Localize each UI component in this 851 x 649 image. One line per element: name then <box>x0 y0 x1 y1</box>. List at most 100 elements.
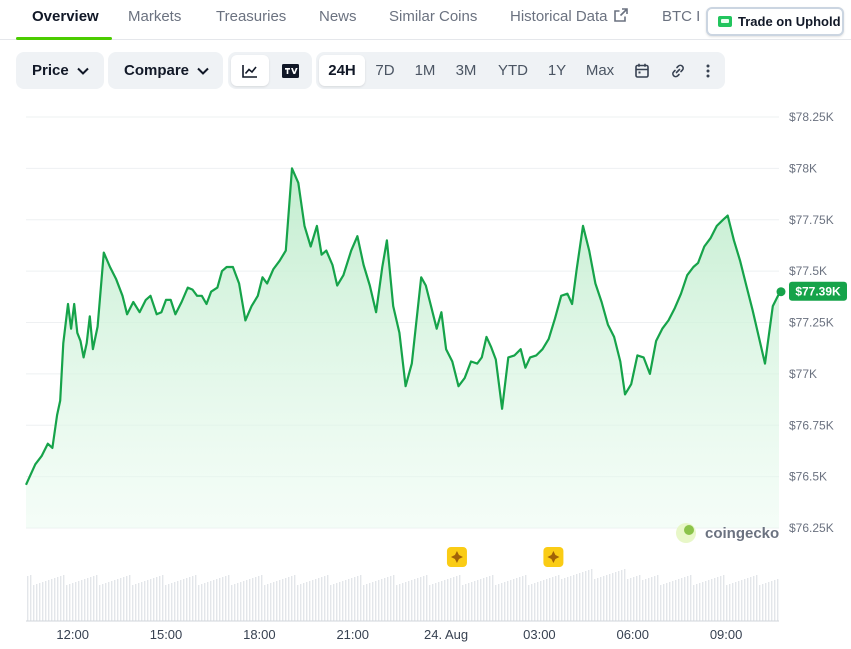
volume-bar <box>480 579 482 621</box>
x-tick-label: 09:00 <box>710 627 743 642</box>
volume-bar <box>216 579 218 621</box>
y-tick-label: $77.75K <box>789 213 834 227</box>
trade-on-uphold-button[interactable]: Trade on Uphold <box>706 7 844 36</box>
volume-bar <box>324 576 326 621</box>
volume-bar <box>183 579 185 621</box>
y-tick-label: $76.25K <box>789 521 834 535</box>
volume-bar <box>51 579 53 621</box>
volume-bar <box>684 577 686 621</box>
event-markers <box>446 547 564 567</box>
price-chart[interactable]: $78.25K $78K $77.75K $77.5K $77.25K $77K $76.7… <box>0 100 851 649</box>
tab-treasuries[interactable]: Treasuries <box>216 8 286 25</box>
volume-bar <box>231 585 233 621</box>
tradingview-button[interactable] <box>271 55 309 86</box>
price-dropdown-label: Price <box>32 62 69 79</box>
x-tick-label: 18:00 <box>243 627 276 642</box>
volume-bar <box>336 583 338 621</box>
volume-bar <box>282 579 284 621</box>
range-1m[interactable]: 1M <box>407 55 443 86</box>
range-24h[interactable]: 24H <box>319 55 365 86</box>
price-dropdown[interactable]: Price <box>16 52 104 89</box>
more-options-button[interactable] <box>696 55 720 86</box>
range-ytd[interactable]: YTD <box>491 55 535 86</box>
volume-bar <box>228 575 230 621</box>
volume-bar <box>624 569 626 621</box>
volume-bar <box>81 580 83 621</box>
volume-bar <box>60 576 62 621</box>
compare-dropdown[interactable]: Compare <box>108 52 223 89</box>
range-3m[interactable]: 3M <box>447 55 485 86</box>
volume-bar <box>630 578 632 621</box>
volume-bar <box>522 576 524 621</box>
line-chart-button[interactable] <box>231 55 269 86</box>
volume-bar <box>651 577 653 621</box>
watermark-text: coingecko <box>705 525 779 542</box>
volume-bar <box>144 581 146 621</box>
volume-bar <box>546 579 548 621</box>
tab-news[interactable]: News <box>319 8 357 25</box>
date-range-button[interactable] <box>628 55 656 86</box>
volume-bar <box>660 585 662 621</box>
volume-bar <box>744 579 746 621</box>
volume-bar <box>114 580 116 621</box>
volume-bar <box>492 575 494 621</box>
volume-bar <box>603 576 605 621</box>
volume-bar <box>30 575 32 621</box>
volume-bar <box>738 581 740 621</box>
volume-bar <box>633 577 635 621</box>
x-tick-label: 24. Aug <box>424 627 468 642</box>
range-7d[interactable]: 7D <box>367 55 403 86</box>
volume-bar <box>759 585 761 621</box>
volume-bar <box>318 578 320 621</box>
volume-bar <box>372 582 374 621</box>
range-1y[interactable]: 1Y <box>541 55 573 86</box>
volume-bar <box>483 578 485 621</box>
volume-bar <box>174 582 176 621</box>
tab-btc[interactable]: BTC I <box>662 8 700 25</box>
volume-bar <box>27 576 29 621</box>
volume-bar <box>177 581 179 621</box>
coingecko-watermark: coingecko <box>676 523 779 543</box>
volume-bar <box>615 572 617 621</box>
volume-bar <box>645 579 647 621</box>
range-max[interactable]: Max <box>579 55 621 86</box>
volume-bar <box>618 571 620 621</box>
tab-similar-coins[interactable]: Similar Coins <box>389 8 477 25</box>
more-icon <box>706 64 710 77</box>
volume-bar <box>597 578 599 621</box>
volume-bar <box>567 577 569 621</box>
volume-bar <box>771 581 773 621</box>
volume-bar <box>474 581 476 621</box>
volume-bar <box>351 578 353 621</box>
volume-bar <box>171 583 173 621</box>
volume-bar <box>654 576 656 621</box>
volume-bar <box>42 582 44 621</box>
share-link-button[interactable] <box>664 55 692 86</box>
volume-bar <box>756 575 758 621</box>
volume-bar <box>636 576 638 621</box>
volume-bar <box>513 579 515 621</box>
volume-bar <box>690 575 692 621</box>
volume-bar <box>411 580 413 621</box>
volume-bar <box>246 580 248 621</box>
volume-bar <box>444 580 446 621</box>
volume-bar <box>45 581 47 621</box>
volume-bar <box>534 583 536 621</box>
gecko-logo-inner <box>684 525 694 535</box>
tab-overview[interactable]: Overview <box>32 8 99 25</box>
volume-bar <box>78 581 80 621</box>
volume-bar <box>285 578 287 621</box>
volume-bar <box>579 573 581 621</box>
volume-bar <box>528 585 530 621</box>
volume-bar <box>255 577 257 621</box>
volume-bar <box>360 575 362 621</box>
volume-bar <box>39 583 41 621</box>
volume-bar <box>702 582 704 621</box>
tradingview-icon <box>281 63 299 78</box>
volume-bar <box>201 584 203 621</box>
current-price-label: $77.39K <box>795 285 841 299</box>
current-price-marker: $77.39K <box>776 281 847 301</box>
tab-historical-data[interactable]: Historical Data <box>510 8 628 25</box>
tab-markets[interactable]: Markets <box>128 8 181 25</box>
volume-bar <box>270 583 272 621</box>
